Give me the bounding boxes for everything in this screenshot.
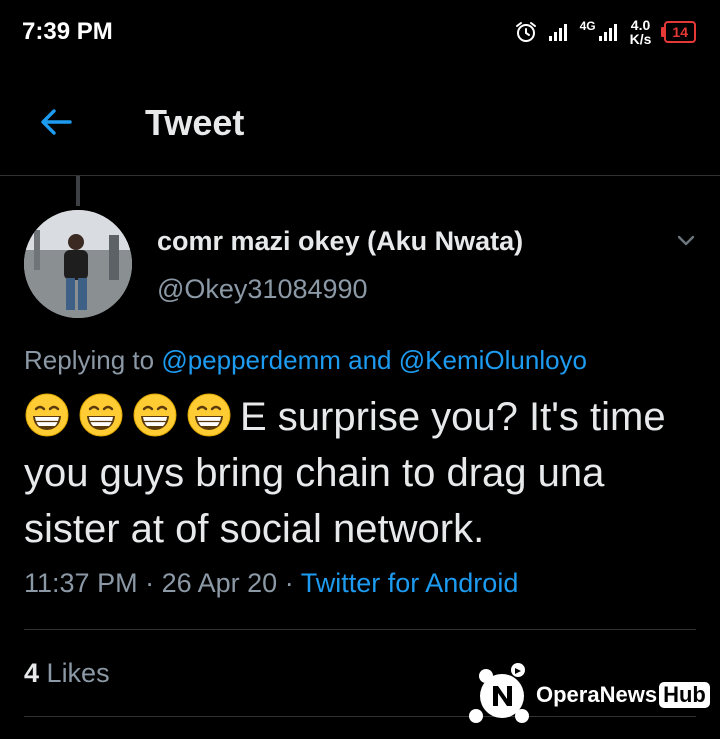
status-icons: 4G 4.0 K/s 14 bbox=[514, 14, 696, 50]
mention-link-2[interactable]: @KemiOlunloyo bbox=[399, 345, 587, 375]
operanews-watermark: OperaNews Hub bbox=[466, 660, 714, 728]
chevron-down-icon[interactable] bbox=[674, 228, 698, 252]
thread-connector-line bbox=[76, 176, 80, 206]
author-name[interactable]: comr mazi okey (Aku Nwata) bbox=[157, 226, 523, 257]
replying-to-line: Replying to @pepperdemm and @KemiOlunloy… bbox=[24, 345, 588, 375]
network-speed: 4.0 K/s bbox=[629, 17, 652, 47]
mention-and-text[interactable]: and bbox=[348, 345, 391, 375]
tweet-body: E surprise you? It's time you guys bring… bbox=[24, 389, 704, 557]
watermark-hub: Hub bbox=[659, 682, 710, 708]
grinning-face-emoji-icon bbox=[133, 393, 177, 437]
watermark-brand: OperaNews bbox=[536, 682, 658, 707]
avatar[interactable] bbox=[24, 210, 132, 318]
tweet-header: Tweet bbox=[0, 64, 720, 176]
mention-link-1[interactable]: @pepperdemm bbox=[161, 345, 341, 375]
emoji-row bbox=[24, 393, 240, 439]
mobile-data-indicator: 4G bbox=[579, 19, 620, 42]
likes-count: 4 bbox=[24, 658, 40, 688]
signal-strength-4g-icon bbox=[598, 24, 617, 41]
tweet-meta: 11:37 PM · 26 Apr 20 · Twitter for Andro… bbox=[24, 568, 519, 598]
tweet-date: 26 Apr 20 bbox=[161, 568, 278, 598]
tweet-time: 11:37 PM bbox=[24, 568, 138, 598]
signal-strength-icon bbox=[548, 24, 567, 41]
operanews-logo-icon bbox=[469, 663, 529, 723]
divider bbox=[24, 629, 696, 630]
page-title: Tweet bbox=[145, 102, 245, 143]
tweet-source-link[interactable]: Twitter for Android bbox=[301, 568, 519, 598]
author-handle[interactable]: @Okey31084990 bbox=[157, 274, 368, 305]
battery-level: 14 bbox=[664, 21, 696, 43]
status-time: 7:39 PM bbox=[22, 18, 113, 45]
status-bar: 7:39 PM 4G 4.0 K/s 14 bbox=[0, 0, 720, 64]
likes-link[interactable]: 4 Likes bbox=[24, 658, 110, 689]
grinning-face-emoji-icon bbox=[25, 393, 69, 437]
network-type: 4G bbox=[579, 19, 596, 33]
likes-label: Likes bbox=[46, 658, 110, 688]
grinning-face-emoji-icon bbox=[187, 393, 231, 437]
alarm-clock-icon bbox=[515, 22, 536, 42]
grinning-face-emoji-icon bbox=[79, 393, 123, 437]
battery-icon: 14 bbox=[661, 21, 696, 43]
arrow-left-icon[interactable] bbox=[36, 102, 76, 142]
